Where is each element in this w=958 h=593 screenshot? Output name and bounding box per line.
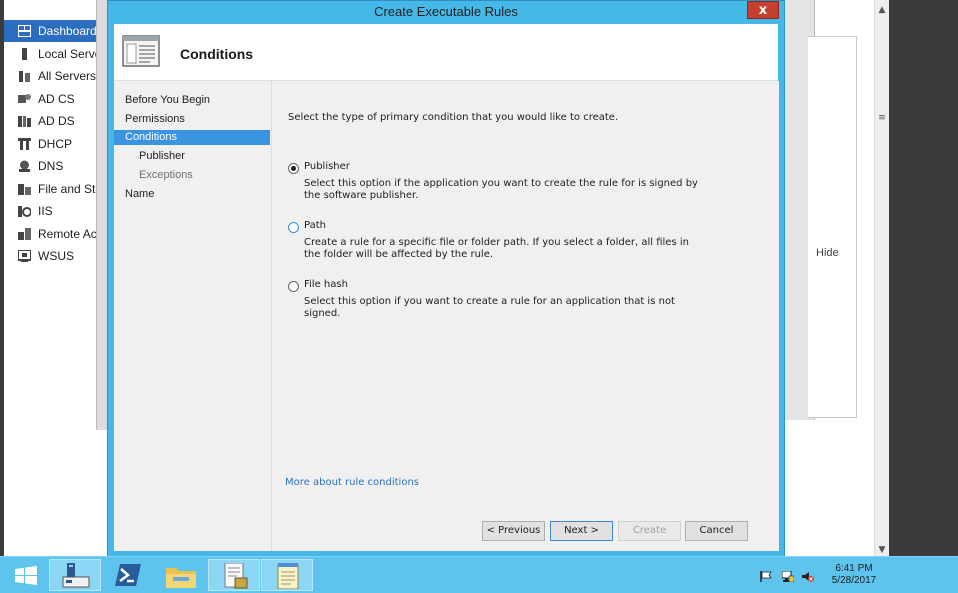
taskbar: 6:41 PM 5/28/2017 [0,556,958,593]
nav-label: DNS [38,159,64,173]
condition-prompt: Select the type of primary condition tha… [288,112,619,123]
taskbar-powershell[interactable] [102,559,154,591]
taskbar-local-security-policy[interactable] [208,559,260,591]
step-label: Exceptions [139,169,193,181]
dialog-body: Conditions Before You Begin Permissions … [114,24,779,551]
nav-item-dashboard[interactable]: Dashboard [4,20,96,42]
powershell-icon [115,564,141,586]
nav-item-wsus[interactable]: WSUS [4,245,96,267]
wizard-steps: Before You Begin Permissions Conditions … [114,81,270,551]
iis-icon [18,206,31,217]
clock-date: 5/28/2017 [831,575,877,586]
step-exceptions: Exceptions [114,168,270,183]
server-manager-nav: Dashboard Local Server All Servers AD CS… [4,20,96,270]
nav-label: Local Server [38,47,96,61]
step-publisher[interactable]: Publisher [114,149,270,164]
nav-item-dns[interactable]: DNS [4,155,96,177]
ad-cs-icon [18,94,31,103]
dialog-title: Create Executable Rules [374,4,518,19]
cancel-button[interactable]: Cancel [685,521,748,541]
file-storage-icon [18,184,31,195]
publisher-radio[interactable] [288,163,299,174]
path-label[interactable]: Path [304,220,326,231]
step-permissions[interactable]: Permissions [114,112,270,127]
nav-label: All Servers [38,69,96,83]
publisher-label[interactable]: Publisher [304,161,350,172]
nav-label: AD CS [38,92,75,106]
action-center-flag-icon[interactable] [760,571,772,582]
step-conditions[interactable]: Conditions [114,130,270,145]
nav-item-local-server[interactable]: Local Server [4,43,96,65]
taskbar-notepad[interactable] [261,559,313,591]
file-hash-label[interactable]: File hash [304,279,348,290]
hide-link[interactable]: Hide [816,247,839,259]
create-button: Create [618,521,681,541]
local-server-icon [22,48,27,60]
system-clock[interactable]: 6:41 PM 5/28/2017 [826,563,882,587]
step-label: Before You Begin [125,94,211,106]
local-security-policy-icon [224,563,248,589]
close-button[interactable]: x [747,1,779,19]
nav-label: File and Storage Services [38,182,96,196]
taskbar-file-explorer[interactable] [155,559,207,591]
dhcp-icon [18,138,31,150]
step-label: Publisher [139,150,185,162]
all-servers-icon [19,71,30,82]
step-label: Conditions [125,131,177,143]
step-name[interactable]: Name [114,187,270,202]
nav-label: WSUS [38,249,74,263]
scroll-up-arrow-icon[interactable]: ▲ [875,2,889,18]
taskbar-server-manager[interactable] [49,559,101,591]
notepad-icon [277,563,299,589]
nav-label: Remote Access [38,227,96,241]
vertical-scrollbar[interactable]: ▲ ≡ ▼ [874,0,889,560]
nav-item-ad-cs[interactable]: AD CS [4,88,96,110]
dialog-header: Conditions [114,24,778,81]
nav-item-file-storage[interactable]: File and Storage Services [4,178,96,200]
file-explorer-icon [166,568,196,588]
file-hash-radio[interactable] [288,281,299,292]
step-label: Name [125,188,155,200]
nav-label: IIS [38,204,53,218]
background-panel-frame [808,36,857,418]
dashboard-icon [18,25,31,37]
scroll-grip-icon: ≡ [878,113,886,123]
nav-label: AD DS [38,114,75,128]
network-icon[interactable] [782,571,794,582]
path-description: Create a rule for a specific file or fol… [304,237,689,260]
page-title: Conditions [180,46,254,62]
next-button[interactable]: Next > [550,521,613,541]
nav-item-iis[interactable]: IIS [4,200,96,222]
nav-item-all-servers[interactable]: All Servers [4,65,96,87]
wsus-icon [18,250,31,262]
path-radio[interactable] [288,222,299,233]
nav-label: DHCP [38,137,73,151]
remote-access-icon [18,228,31,240]
more-about-rule-conditions-link[interactable]: More about rule conditions [285,477,419,488]
nav-item-dhcp[interactable]: DHCP [4,133,96,155]
nav-item-remote-access[interactable]: Remote Access [4,223,96,245]
publisher-description: Select this option if the application yo… [304,178,698,201]
step-label: Permissions [125,113,185,125]
step-before-you-begin[interactable]: Before You Begin [114,93,270,108]
ad-ds-icon [18,116,31,127]
conditions-content: Select the type of primary condition tha… [271,81,779,551]
create-executable-rules-dialog: Create Executable Rules x Conditions Bef… [107,0,785,558]
file-hash-description: Select this option if you want to create… [304,296,675,319]
nav-item-ad-ds[interactable]: AD DS [4,110,96,132]
windows-logo-icon [15,566,37,585]
rule-wizard-icon [122,35,160,67]
previous-button[interactable]: < Previous [482,521,545,541]
server-manager-icon [62,563,90,588]
dns-icon [19,160,30,172]
clock-time: 6:41 PM [835,563,873,574]
radio-dot [291,166,296,171]
start-button[interactable] [2,559,48,591]
volume-muted-icon[interactable] [802,571,814,582]
nav-label: Dashboard [38,24,96,38]
